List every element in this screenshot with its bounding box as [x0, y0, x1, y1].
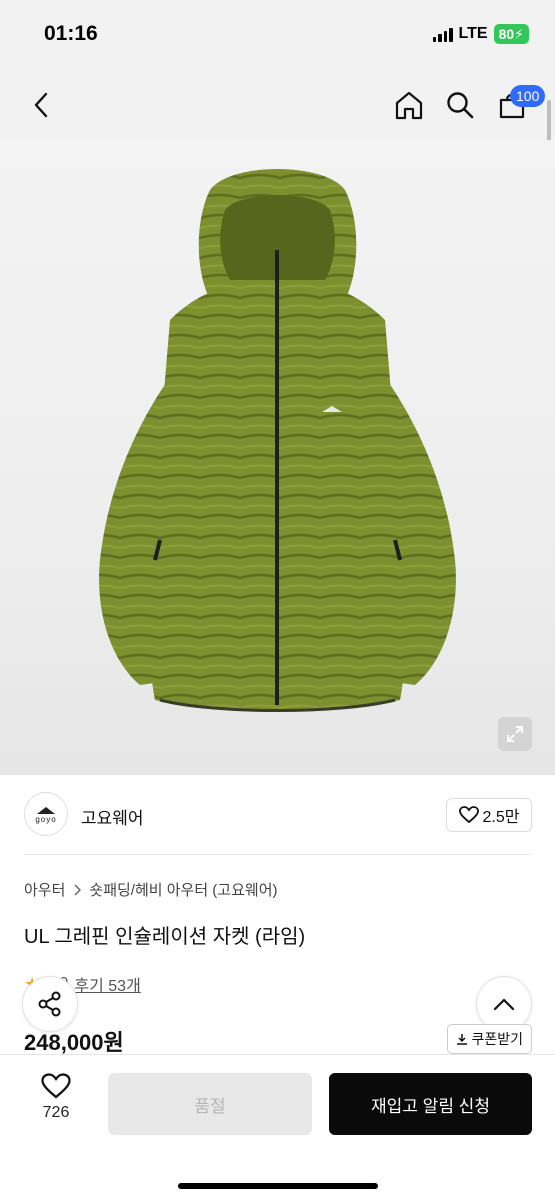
mountain-icon: [37, 806, 55, 814]
home-icon: [395, 91, 423, 120]
brand-row: goyo 고요웨어 2.5만: [24, 792, 532, 838]
expand-image-button[interactable]: [498, 717, 532, 751]
share-button[interactable]: [22, 976, 78, 1032]
download-icon: [457, 1034, 468, 1045]
brand-logo-text: goyo: [35, 814, 57, 824]
coupon-button[interactable]: 쿠폰받기: [447, 1024, 532, 1054]
chevron-right-icon: [74, 883, 82, 896]
home-indicator: [178, 1183, 378, 1189]
cart-count-badge: 100: [510, 85, 546, 107]
soldout-button[interactable]: 품절: [108, 1073, 312, 1135]
category-sub[interactable]: 숏패딩/헤비 아우터 (고요웨어): [89, 879, 277, 900]
restock-alert-button[interactable]: 재입고 알림 신청: [329, 1073, 532, 1135]
search-icon: [447, 92, 474, 119]
brand-logo[interactable]: goyo: [24, 792, 68, 836]
price: 248,000원: [24, 1030, 124, 1055]
breadcrumb: 아우터 숏패딩/헤비 아우터 (고요웨어): [24, 879, 278, 900]
chevron-up-icon: [493, 998, 515, 1011]
wish-count: 726: [42, 1104, 70, 1121]
coupon-label: 쿠폰받기: [471, 1031, 523, 1047]
heart-icon: [41, 1073, 71, 1099]
jacket-image: [99, 169, 456, 712]
wish-button[interactable]: 726: [24, 1073, 88, 1122]
expand-icon: [507, 726, 523, 742]
review-link[interactable]: 후기 53개: [74, 972, 140, 996]
home-button[interactable]: [391, 87, 427, 123]
product-title: UL 그레핀 인슐레이션 자켓 (라임): [24, 926, 306, 948]
status-time: 01:16: [44, 22, 98, 45]
back-icon: [34, 92, 48, 118]
bottom-action-bar: 726 품절 재입고 알림 신청: [0, 1054, 555, 1200]
network-label: LTE: [458, 25, 488, 42]
brand-like-button[interactable]: 2.5만: [446, 798, 532, 832]
status-bar: 01:16 LTE 80⚡: [0, 0, 555, 70]
brand-like-count: 2.5만: [482, 809, 520, 826]
category-root[interactable]: 아우터: [24, 879, 65, 900]
product-image[interactable]: [0, 140, 555, 775]
status-indicators: LTE 80⚡: [432, 24, 529, 44]
battery-level: 80: [498, 26, 515, 42]
share-icon: [38, 991, 61, 1017]
back-button[interactable]: [24, 88, 58, 122]
brand-name[interactable]: 고요웨어: [81, 804, 144, 829]
divider: [24, 854, 532, 855]
heart-icon: [458, 806, 479, 824]
top-nav: [0, 70, 555, 140]
battery-icon: 80⚡: [493, 24, 529, 44]
signal-icon: [432, 26, 453, 42]
search-button[interactable]: [442, 87, 478, 123]
